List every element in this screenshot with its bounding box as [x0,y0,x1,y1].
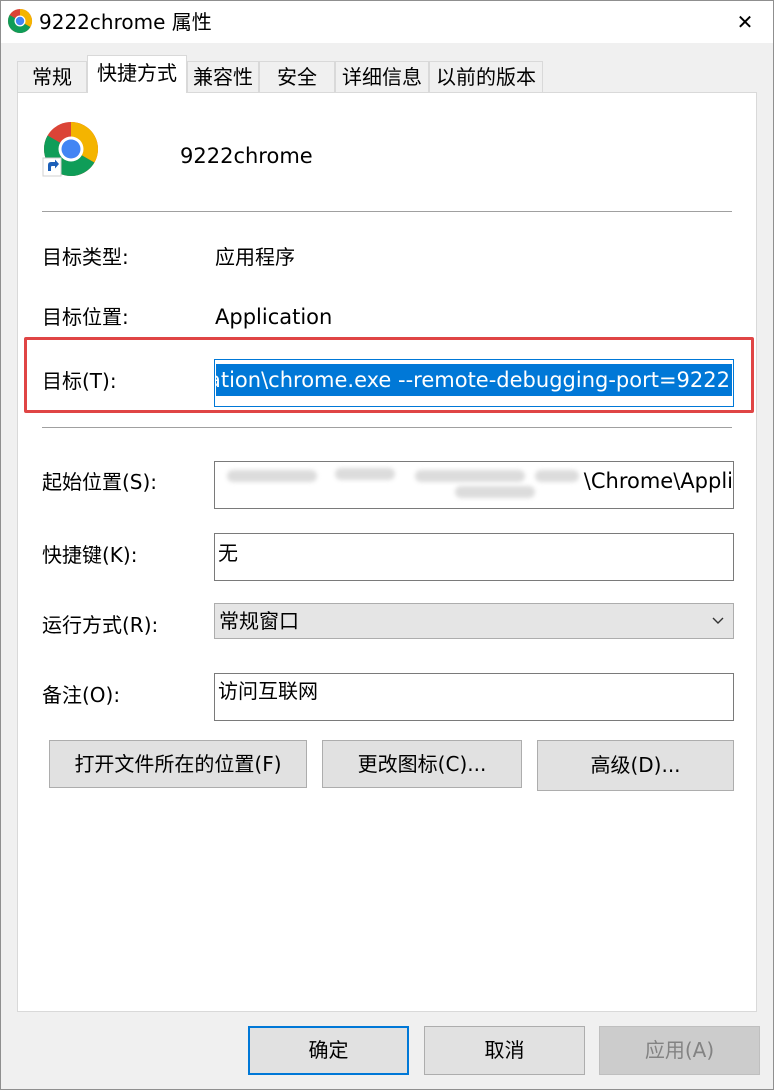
tab-security[interactable]: 安全 [259,61,335,92]
advanced-button[interactable]: 高级(D)... [537,740,734,791]
properties-dialog: 9222chrome 属性 ✕ 常规 快捷方式 兼容性 安全 详细信息 以前的版… [0,0,774,1090]
shortcut-key-label: 快捷键(K): [42,543,138,567]
close-button[interactable]: ✕ [717,1,773,43]
target-type-label: 目标类型: [42,245,129,269]
shortcut-key-text: 无 [218,541,238,565]
target-input[interactable]: cation\chrome.exe --remote-debugging-por… [214,359,734,407]
separator [42,427,732,428]
apply-button[interactable]: 应用(A) [599,1026,760,1075]
chrome-icon [7,8,33,34]
comment-input[interactable]: 访问互联网 [214,673,734,721]
run-select[interactable]: 常规窗口 [214,603,734,639]
change-icon-button[interactable]: 更改图标(C)... [322,740,522,788]
tab-compatibility[interactable]: 兼容性 [187,61,259,92]
target-type-value: 应用程序 [215,245,295,269]
target-text: cation\chrome.exe --remote-debugging-por… [216,368,730,392]
close-icon: ✕ [736,10,754,34]
target-location-value: Application [215,305,333,329]
title-bar[interactable]: 9222chrome 属性 ✕ [1,1,773,43]
separator [42,211,732,212]
tab-general[interactable]: 常规 [17,61,87,92]
tab-shortcut[interactable]: 快捷方式 [87,55,187,93]
target-label: 目标(T): [42,369,117,393]
comment-text: 访问互联网 [218,679,318,703]
run-label: 运行方式(R): [42,613,159,637]
start-in-label: 起始位置(S): [42,470,158,494]
chevron-down-icon [712,617,724,624]
comment-label: 备注(O): [42,683,121,707]
ok-button[interactable]: 确定 [248,1026,409,1075]
tab-details[interactable]: 详细信息 [335,61,429,92]
open-file-location-button[interactable]: 打开文件所在的位置(F) [49,740,307,788]
cancel-button[interactable]: 取消 [424,1026,585,1075]
tab-previous-versions[interactable]: 以前的版本 [429,61,543,92]
target-selection: cation\chrome.exe --remote-debugging-por… [216,364,732,396]
run-select-value: 常规窗口 [219,609,299,633]
chrome-shortcut-icon [42,121,99,177]
shortcut-panel: 9222chrome 目标类型: 应用程序 目标位置: Application … [17,92,757,1012]
shortcut-name: 9222chrome [180,144,313,168]
start-in-input[interactable]: \Chrome\Appli [214,461,734,509]
target-location-label: 目标位置: [42,305,129,329]
redacted-path [215,462,585,508]
shortcut-key-input[interactable]: 无 [214,533,734,581]
window-title: 9222chrome 属性 [39,10,212,34]
start-in-text: \Chrome\Appli [583,469,733,493]
